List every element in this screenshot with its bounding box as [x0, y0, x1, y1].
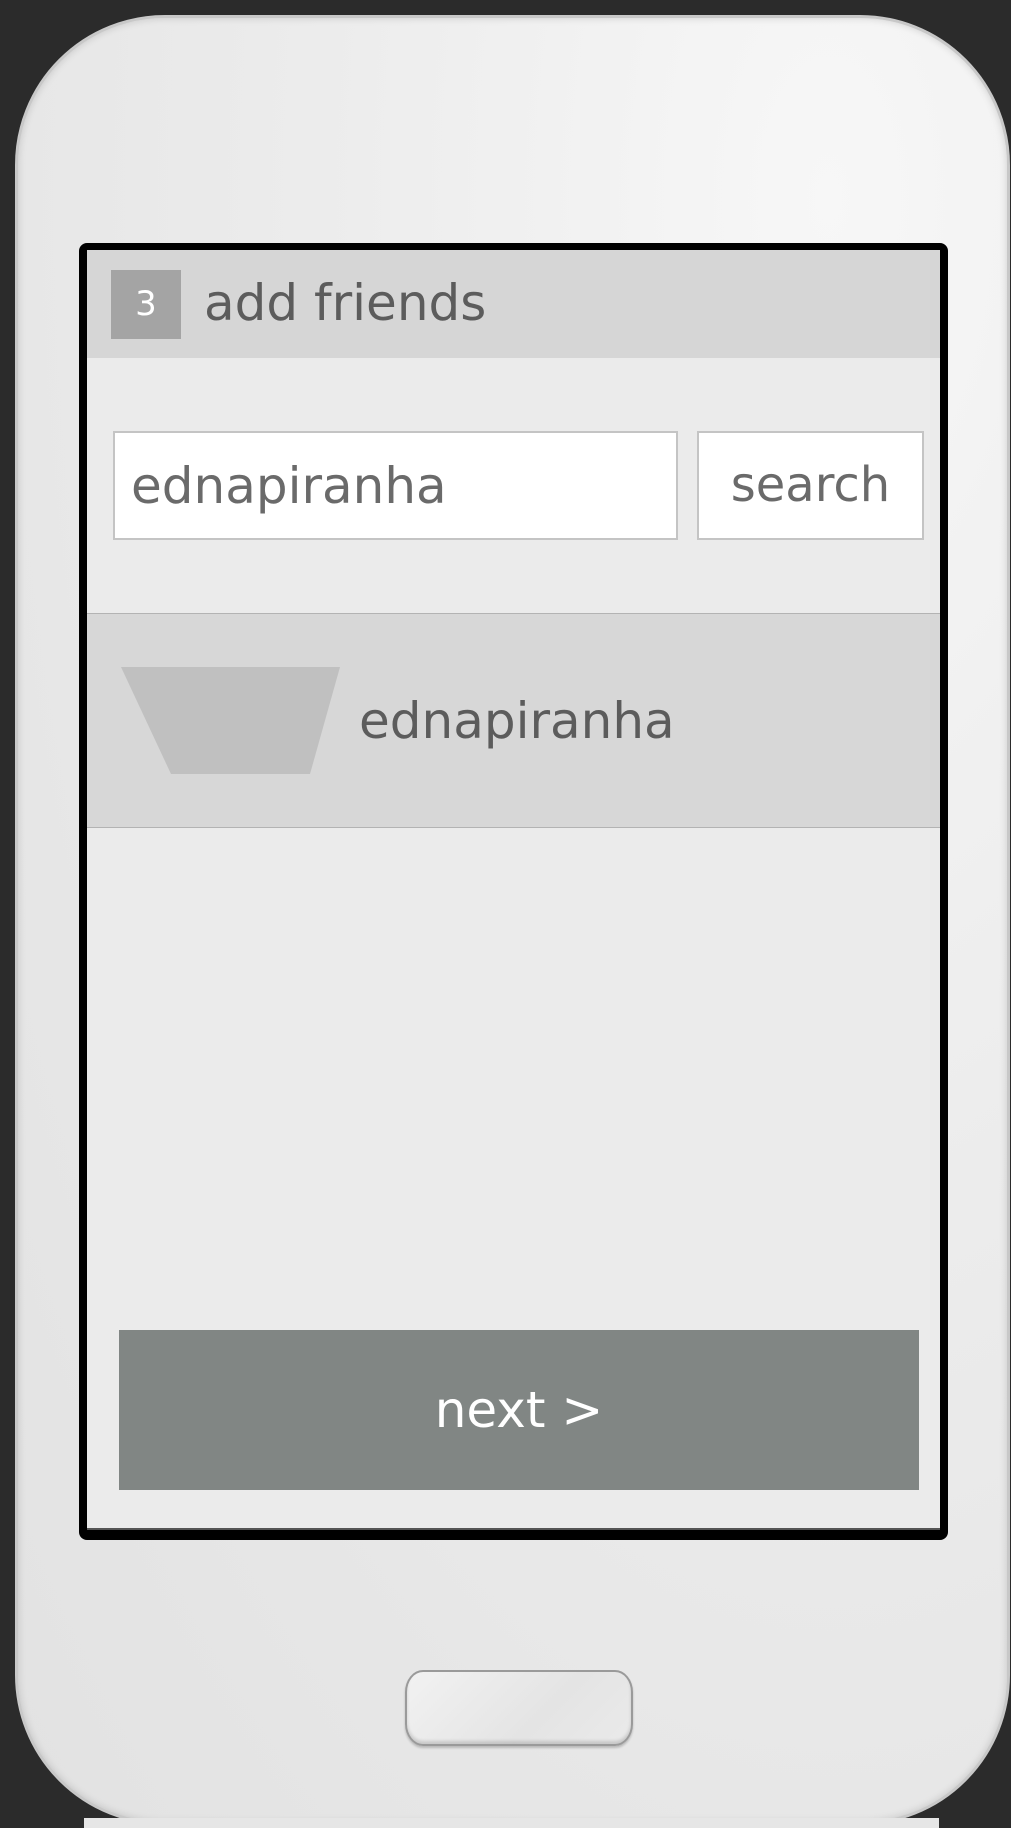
next-button[interactable]: next > — [119, 1330, 919, 1490]
step-badge: 3 — [111, 270, 181, 339]
page-title: add friends — [204, 274, 487, 332]
list-item-friend-result[interactable]: ednapiranha — [87, 613, 940, 828]
app-header: 3 add friends — [87, 250, 940, 358]
home-button[interactable] — [405, 1670, 633, 1746]
avatar-placeholder-icon — [121, 667, 340, 774]
search-button[interactable]: search — [697, 431, 924, 540]
app-screen: 3 add friends search ednapiranha next > — [87, 250, 940, 1530]
phone-bottom-edge — [84, 1818, 939, 1828]
result-username: ednapiranha — [359, 692, 675, 750]
search-input[interactable] — [113, 431, 678, 540]
screen-divider — [87, 1528, 940, 1530]
